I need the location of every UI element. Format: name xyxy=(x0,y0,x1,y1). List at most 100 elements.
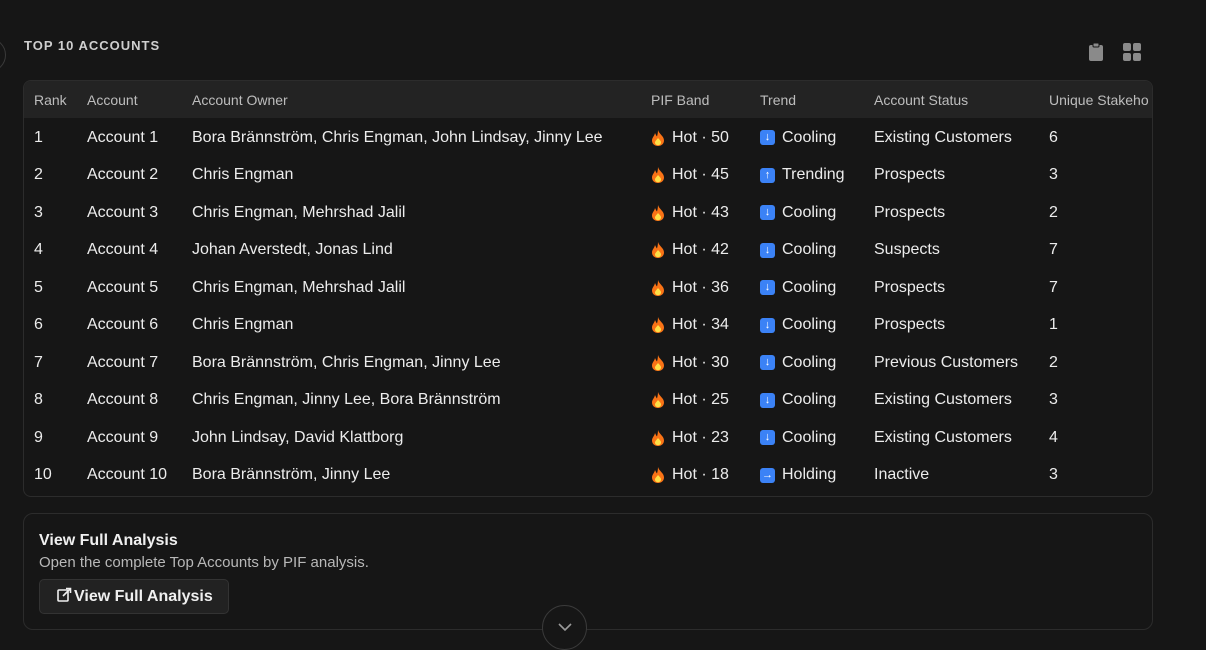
status-cell: Prospects xyxy=(874,316,946,334)
trend-arrow-icon: ↓ xyxy=(760,242,775,258)
owner-cell: Chris Engman, Mehrshad Jalil xyxy=(192,278,406,296)
accounts-table-container[interactable]: Rank Account Account Owner PIF Band Tren… xyxy=(23,80,1153,497)
toolbar xyxy=(1084,40,1144,64)
pif-band-cell: Hot · 50 xyxy=(641,118,750,157)
account-cell[interactable]: Account 8 xyxy=(77,382,182,420)
account-cell[interactable]: Account 5 xyxy=(77,269,182,307)
column-header-rank[interactable]: Rank xyxy=(24,81,77,118)
trend-label: Cooling xyxy=(782,428,837,446)
trend-arrow-icon: ↓ xyxy=(760,317,775,333)
trend-cell: ↓ Cooling xyxy=(750,232,864,270)
flame-icon xyxy=(651,392,665,409)
trend-cell: ↑ Trending xyxy=(750,157,864,195)
flame-icon xyxy=(651,279,665,296)
clipboard-icon[interactable] xyxy=(1084,40,1108,64)
rank-cell: 2 xyxy=(34,166,43,184)
account-cell[interactable]: Account 6 xyxy=(77,307,182,345)
account-cell[interactable]: Account 1 xyxy=(77,118,182,157)
card-description: Open the complete Top Accounts by PIF an… xyxy=(39,554,369,571)
trend-arrow-icon: → xyxy=(760,467,775,483)
trend-cell: ↓ Cooling xyxy=(750,344,864,382)
trend-arrow-icon: ↓ xyxy=(760,280,775,296)
trend-label: Cooling xyxy=(782,278,837,296)
column-header-unique-stakeholders[interactable]: Unique Stakeho xyxy=(1039,81,1152,118)
full-analysis-card: View Full Analysis Open the complete Top… xyxy=(23,513,1153,630)
trend-arrow-icon: ↓ xyxy=(760,392,775,408)
stakeholders-cell: 3 xyxy=(1049,391,1058,409)
view-full-analysis-button[interactable]: View Full Analysis xyxy=(39,579,229,614)
column-header-account-owner[interactable]: Account Owner xyxy=(182,81,641,118)
stakeholders-cell: 7 xyxy=(1049,241,1058,259)
account-cell[interactable]: Account 10 xyxy=(77,457,182,495)
table-row[interactable]: 3 Account 3 Chris Engman, Mehrshad Jalil Ho… xyxy=(24,194,1152,232)
table-row[interactable]: 10 Account 10 Bora Brännström, Jinny Lee Ho… xyxy=(24,457,1152,495)
chevron-down-icon xyxy=(557,619,572,637)
pif-band-cell: Hot · 42 xyxy=(641,232,750,270)
column-header-trend[interactable]: Trend xyxy=(750,81,864,118)
trend-cell: ↓ Cooling xyxy=(750,419,864,457)
pif-band-cell: Hot · 45 xyxy=(641,157,750,195)
table-row[interactable]: 6 Account 6 Chris Engman Hot · 34 ↓ Cooling Pr… xyxy=(24,307,1152,345)
table-row[interactable]: 1 Account 1 Bora Brännström, Chris Engman,… xyxy=(24,118,1152,157)
flame-icon xyxy=(651,242,665,259)
pif-band-value: Hot · 45 xyxy=(672,166,729,184)
table-row[interactable]: 8 Account 8 Chris Engman, Jinny Lee, Bora … xyxy=(24,382,1152,420)
trend-cell: ↓ Cooling xyxy=(750,269,864,307)
account-cell[interactable]: Account 7 xyxy=(77,344,182,382)
owner-cell: Chris Engman xyxy=(192,316,294,334)
owner-cell: Johan Averstedt, Jonas Lind xyxy=(192,241,393,259)
stakeholders-cell: 6 xyxy=(1049,128,1058,146)
rank-cell: 8 xyxy=(34,391,43,409)
table-row[interactable]: 7 Account 7 Bora Brännström, Chris Engman,… xyxy=(24,344,1152,382)
status-cell: Existing Customers xyxy=(874,428,1012,446)
view-full-analysis-label: View Full Analysis xyxy=(74,587,213,605)
rank-cell: 6 xyxy=(34,316,43,334)
status-cell: Existing Customers xyxy=(874,391,1012,409)
rank-cell: 1 xyxy=(34,128,43,146)
pif-band-value: Hot · 43 xyxy=(672,203,729,221)
owner-cell: Chris Engman xyxy=(192,166,294,184)
rank-cell: 9 xyxy=(34,428,43,446)
table-row[interactable]: 5 Account 5 Chris Engman, Mehrshad Jalil Ho… xyxy=(24,269,1152,307)
grid-icon[interactable] xyxy=(1120,40,1144,64)
trend-arrow-icon: ↓ xyxy=(760,355,775,371)
column-header-pif-band[interactable]: PIF Band xyxy=(641,81,750,118)
card-title: View Full Analysis xyxy=(39,532,178,549)
account-cell[interactable]: Account 4 xyxy=(77,232,182,270)
column-header-account[interactable]: Account xyxy=(77,81,182,118)
account-cell[interactable]: Account 2 xyxy=(77,157,182,195)
trend-arrow-icon: ↓ xyxy=(760,130,775,146)
flame-icon xyxy=(651,354,665,371)
trend-cell: ↓ Cooling xyxy=(750,307,864,345)
trend-label: Cooling xyxy=(782,353,837,371)
trend-label: Trending xyxy=(782,166,845,184)
scroll-down-button[interactable] xyxy=(542,605,587,650)
table-row[interactable]: 9 Account 9 John Lindsay, David Klattborg H… xyxy=(24,419,1152,457)
status-cell: Prospects xyxy=(874,278,946,296)
status-cell: Suspects xyxy=(874,241,940,259)
trend-arrow-icon: ↓ xyxy=(760,205,775,221)
side-panel-toggle[interactable] xyxy=(0,38,6,72)
pif-band-cell: Hot · 43 xyxy=(641,194,750,232)
trend-label: Cooling xyxy=(782,203,837,221)
status-cell: Previous Customers xyxy=(874,353,1019,371)
stakeholders-cell: 3 xyxy=(1049,166,1058,184)
rank-cell: 3 xyxy=(34,203,43,221)
trend-cell: ↓ Cooling xyxy=(750,118,864,157)
pif-band-cell: Hot · 18 xyxy=(641,457,750,495)
account-cell[interactable]: Account 9 xyxy=(77,419,182,457)
trend-label: Cooling xyxy=(782,241,837,259)
trend-cell: → Holding xyxy=(750,457,864,495)
trend-label: Holding xyxy=(782,466,837,484)
table-row[interactable]: 4 Account 4 Johan Averstedt, Jonas Lind Hot… xyxy=(24,232,1152,270)
account-cell[interactable]: Account 3 xyxy=(77,194,182,232)
column-header-account-status[interactable]: Account Status xyxy=(864,81,1039,118)
trend-label: Cooling xyxy=(782,128,837,146)
status-cell: Inactive xyxy=(874,466,930,484)
trend-cell: ↓ Cooling xyxy=(750,194,864,232)
table-row[interactable]: 2 Account 2 Chris Engman Hot · 45 ↑ Trending P… xyxy=(24,157,1152,195)
owner-cell: Bora Brännström, Chris Engman, Jinny Lee xyxy=(192,353,501,371)
flame-icon xyxy=(651,429,665,446)
stakeholders-cell: 1 xyxy=(1049,316,1058,334)
status-cell: Prospects xyxy=(874,203,946,221)
